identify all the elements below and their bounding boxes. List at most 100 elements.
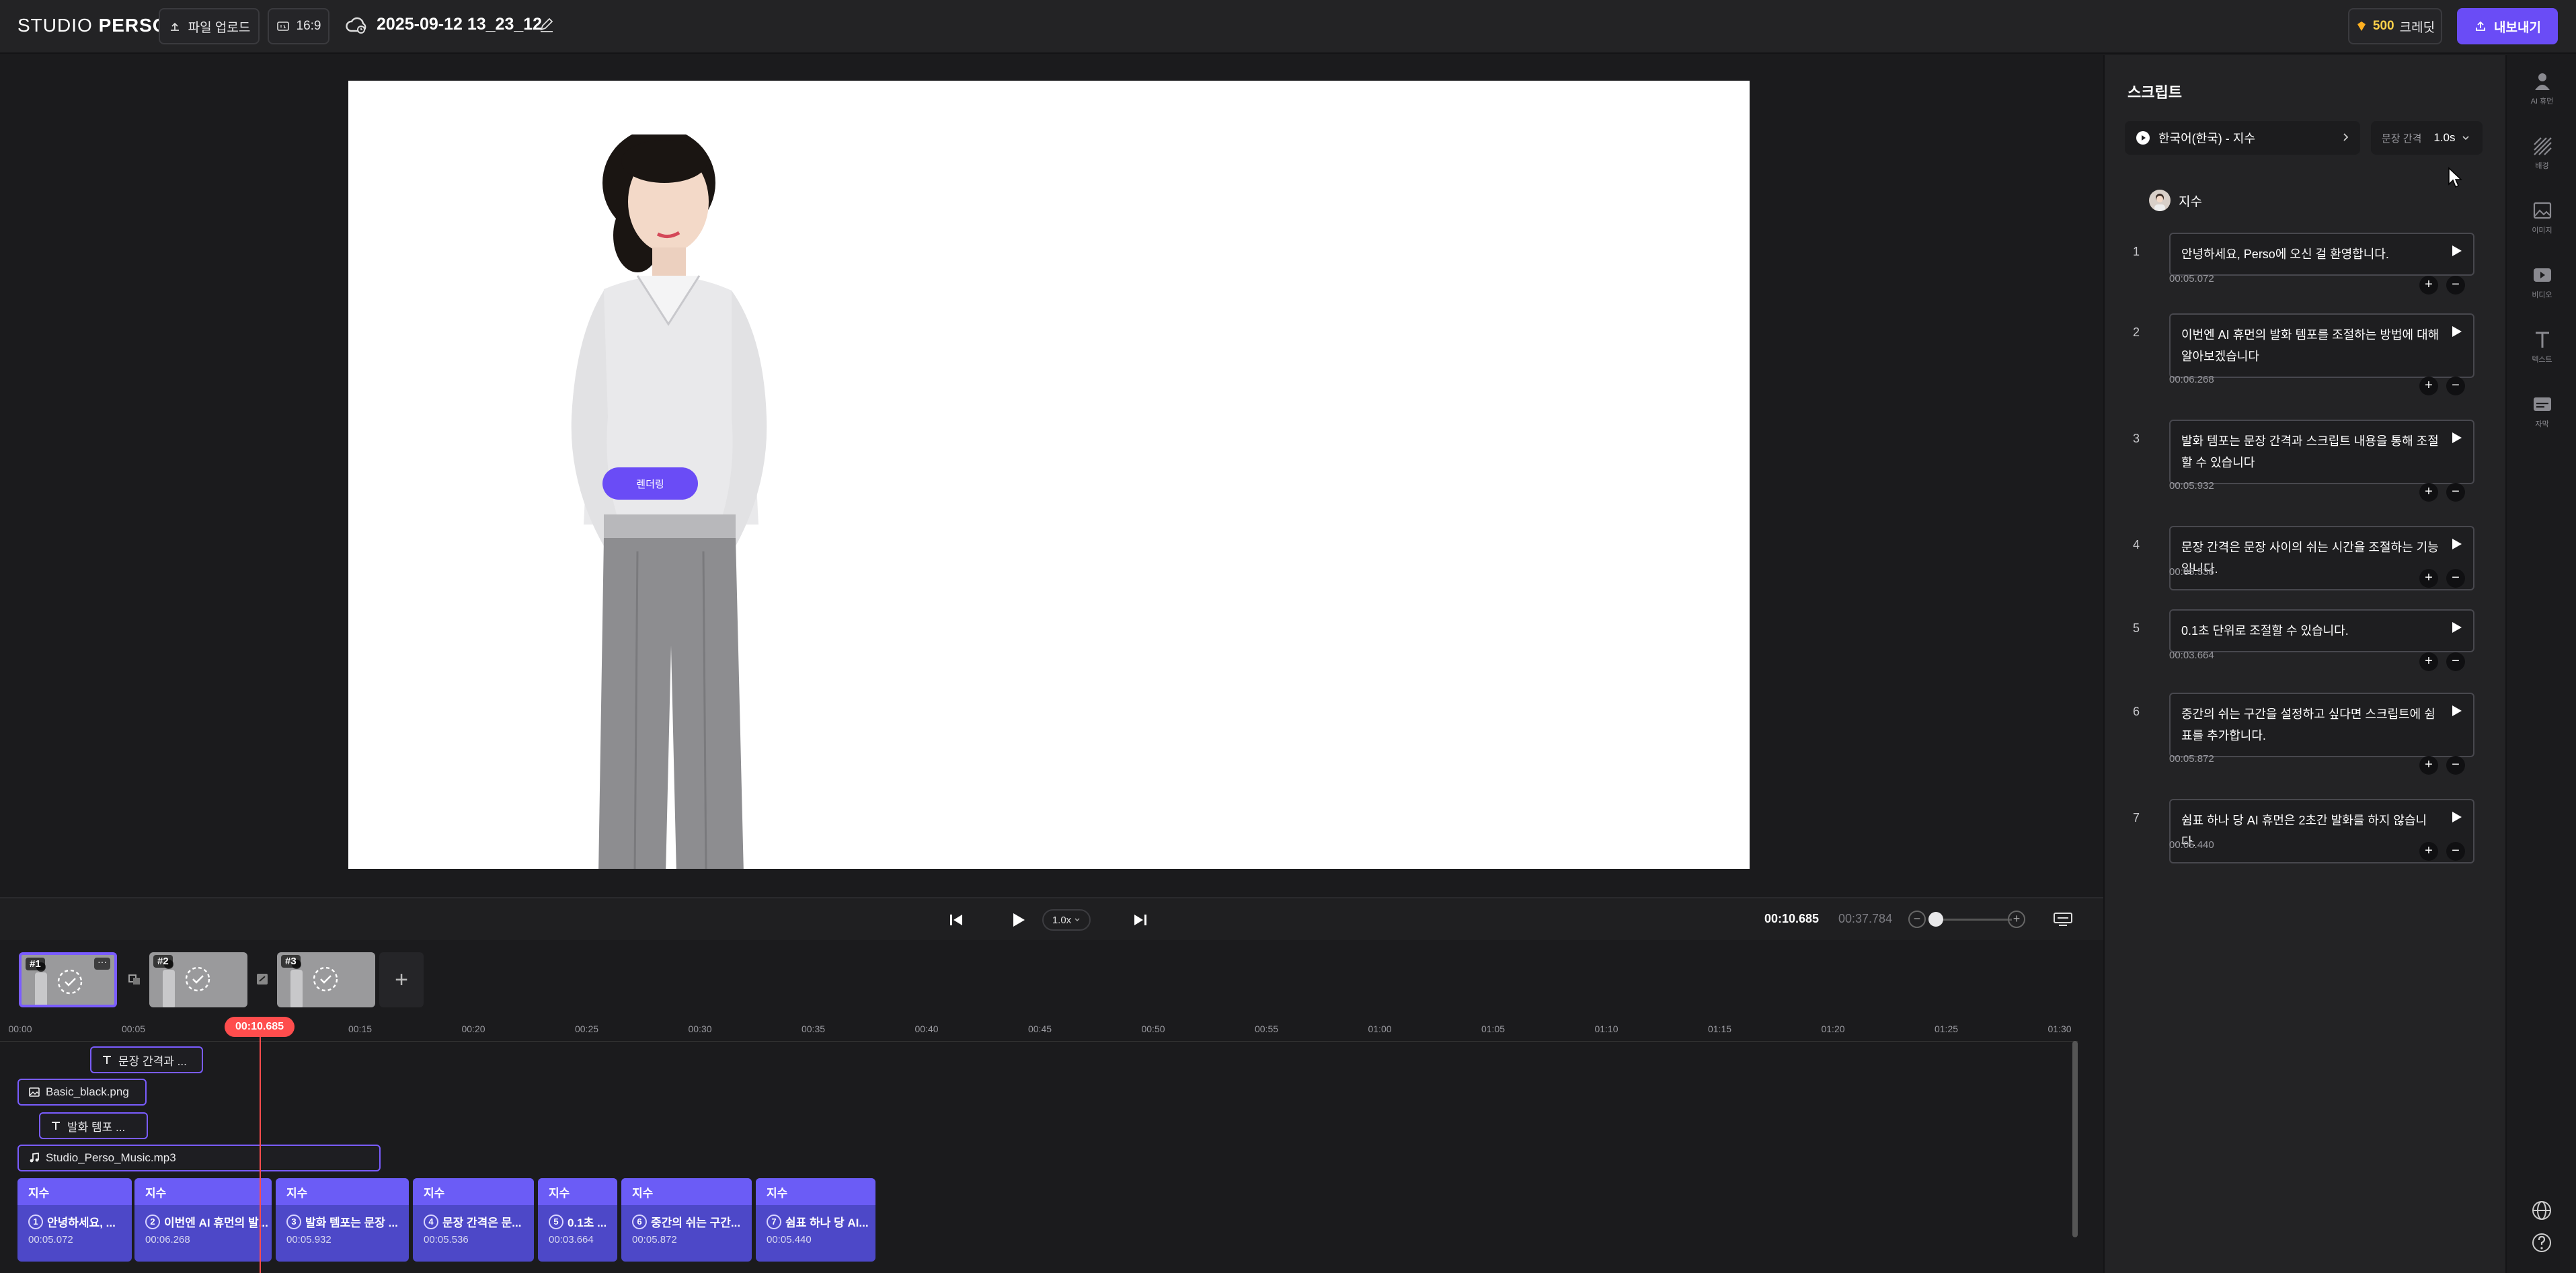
voice-select[interactable]: 한국어(한국) - 지수 xyxy=(2125,121,2360,155)
chevron-down-icon xyxy=(2462,136,2469,141)
segment-duration: 00:05.872 xyxy=(632,1234,677,1245)
remove-line-button[interactable]: − xyxy=(2446,842,2465,861)
playhead-time[interactable]: 00:10.685 xyxy=(225,1017,295,1037)
add-line-button[interactable]: + xyxy=(2419,842,2438,861)
aspect-ratio-button[interactable]: 16:9 xyxy=(268,8,329,44)
play-line-icon[interactable] xyxy=(2449,537,2464,551)
scene-more-icon[interactable]: ··· xyxy=(94,957,110,970)
video-icon xyxy=(2533,268,2551,282)
globe-icon[interactable] xyxy=(2530,1198,2554,1223)
segment-line: 2 이번엔 AI 휴먼의 발... xyxy=(134,1205,272,1230)
play-line-icon[interactable] xyxy=(2449,810,2464,824)
zoom-in-button[interactable]: + xyxy=(2008,911,2025,928)
segment-duration: 00:05.072 xyxy=(28,1234,73,1245)
subtitle-toggle-icon[interactable] xyxy=(2052,909,2074,929)
playback-speed-select[interactable]: 1.0x xyxy=(1042,909,1091,931)
segment-text: 0.1초 ... xyxy=(568,1217,607,1229)
play-line-icon[interactable] xyxy=(2449,243,2464,258)
add-scene-button[interactable]: + xyxy=(379,952,424,1007)
scene-thumb-1[interactable]: #1 ··· xyxy=(19,952,117,1007)
ruler-tick-label: 01:25 xyxy=(1934,1024,1959,1034)
add-line-button[interactable]: + xyxy=(2419,756,2438,775)
text-clip-2[interactable]: 발화 템포 ... xyxy=(39,1112,148,1139)
tool-subtitle[interactable]: 자막 xyxy=(2507,393,2576,429)
transition-icon[interactable] xyxy=(126,971,143,987)
add-line-button[interactable]: + xyxy=(2419,569,2438,588)
voice-segment[interactable]: 지수 4 문장 간격은 문... 00:05.536 xyxy=(413,1178,534,1262)
tool-video[interactable]: 비디오 xyxy=(2507,264,2576,300)
ruler-tick-label: 01:05 xyxy=(1481,1024,1506,1034)
ruler-tick-label: 00:50 xyxy=(1141,1024,1165,1034)
play-icon[interactable] xyxy=(1006,908,1030,932)
segment-line: 7 쉼표 하나 당 AI... xyxy=(756,1205,875,1230)
credit-balance-button[interactable]: 500 크레딧 xyxy=(2348,8,2442,44)
line-duration: 00:05.932 xyxy=(2169,480,2214,492)
tool-image[interactable]: 이미지 xyxy=(2507,199,2576,235)
voice-segment[interactable]: 지수 3 발화 템포는 문장 ... 00:05.932 xyxy=(276,1178,409,1262)
line-text-box[interactable]: 안녕하세요, Perso에 오신 걸 환영합니다. xyxy=(2169,233,2474,276)
zoom-slider-track[interactable] xyxy=(1931,919,2012,921)
text-clip-1[interactable]: 문장 간격과 ... xyxy=(90,1046,203,1073)
mouse-cursor-icon xyxy=(2448,167,2462,188)
person-icon xyxy=(2534,73,2550,90)
playhead-line[interactable] xyxy=(260,1026,261,1273)
help-icon[interactable] xyxy=(2530,1231,2554,1255)
remove-line-button[interactable]: − xyxy=(2446,377,2465,395)
play-line-icon[interactable] xyxy=(2449,703,2464,718)
add-line-button[interactable]: + xyxy=(2419,483,2438,502)
voice-segment[interactable]: 지수 6 중간의 쉬는 구간... 00:05.872 xyxy=(621,1178,752,1262)
export-label: 내보내기 xyxy=(2494,20,2541,35)
voice-segment[interactable]: 지수 5 0.1초 ... 00:03.664 xyxy=(538,1178,617,1262)
voice-segment[interactable]: 지수 2 이번엔 AI 휴먼의 발... 00:06.268 xyxy=(134,1178,272,1262)
add-line-button[interactable]: + xyxy=(2419,276,2438,295)
video-canvas[interactable]: 렌더링 xyxy=(348,81,1750,869)
audio-clip[interactable]: Studio_Perso_Music.mp3 xyxy=(17,1145,381,1171)
timeline-scrollbar[interactable] xyxy=(2072,1041,2078,1237)
tool-text[interactable]: 텍스트 xyxy=(2507,328,2576,364)
zoom-out-button[interactable]: − xyxy=(1908,911,1926,928)
play-line-icon[interactable] xyxy=(2449,430,2464,445)
ruler-tick-label: 00:30 xyxy=(688,1024,712,1034)
zoom-slider-handle[interactable] xyxy=(1928,912,1943,927)
edit-title-icon[interactable] xyxy=(538,16,555,34)
skip-back-icon[interactable] xyxy=(944,908,968,932)
total-time: 00:37.784 xyxy=(1838,912,1893,925)
scene-thumb-2[interactable]: #2 xyxy=(149,952,247,1007)
remove-line-button[interactable]: − xyxy=(2446,652,2465,671)
remove-line-button[interactable]: − xyxy=(2446,569,2465,588)
transition-icon[interactable] xyxy=(254,971,270,987)
ai-human-avatar[interactable] xyxy=(503,134,826,869)
export-button[interactable]: 내보내기 xyxy=(2457,8,2558,44)
voice-segment[interactable]: 지수 7 쉼표 하나 당 AI... 00:05.440 xyxy=(756,1178,875,1262)
cloud-sync-icon xyxy=(346,17,366,34)
tool-rail: AI 휴먼 배경 이미지 비디오 텍스트 자막 xyxy=(2505,55,2576,1273)
segment-speaker: 지수 xyxy=(621,1178,752,1205)
image-clip[interactable]: Basic_black.png xyxy=(17,1079,147,1106)
remove-line-button[interactable]: − xyxy=(2446,483,2465,502)
line-text-box[interactable]: 0.1초 단위로 조절할 수 있습니다. xyxy=(2169,609,2474,652)
ruler-tick-label: 01:15 xyxy=(1707,1024,1732,1034)
remove-line-button[interactable]: − xyxy=(2446,756,2465,775)
play-line-icon[interactable] xyxy=(2449,620,2464,635)
loading-check-icon xyxy=(57,969,83,995)
add-line-button[interactable]: + xyxy=(2419,652,2438,671)
scene-thumb-3[interactable]: #3 xyxy=(277,952,375,1007)
line-number: 5 xyxy=(2133,621,2140,635)
add-line-button[interactable]: + xyxy=(2419,377,2438,395)
timeline[interactable]: 00:0000:0500:1000:1500:2000:2500:3000:35… xyxy=(0,1017,2103,1273)
tool-background[interactable]: 배경 xyxy=(2507,134,2576,171)
play-circle-icon[interactable] xyxy=(2136,130,2150,145)
voice-segment[interactable]: 지수 1 안녕하세요, ... 00:05.072 xyxy=(17,1178,132,1262)
sentence-interval-select[interactable]: 문장 간격 1.0s xyxy=(2371,121,2483,155)
studio-perso-logo[interactable]: STUDIO PERSO xyxy=(17,15,168,36)
line-text-box[interactable]: 발화 템포는 문장 간격과 스크립트 내용을 통해 조절할 수 있습니다 xyxy=(2169,420,2474,484)
upload-file-button[interactable]: 파일 업로드 xyxy=(159,8,260,44)
play-line-icon[interactable] xyxy=(2449,324,2464,339)
text-icon xyxy=(2535,332,2549,348)
line-text-box[interactable]: 이번엔 AI 휴먼의 발화 템포를 조절하는 방법에 대해 알아보겠습니다 xyxy=(2169,313,2474,378)
line-text-box[interactable]: 중간의 쉬는 구간을 설정하고 싶다면 스크립트에 쉼표를 추가합니다. xyxy=(2169,693,2474,757)
tool-ai-human[interactable]: AI 휴먼 xyxy=(2507,70,2576,106)
ruler-tick-label: 01:00 xyxy=(1368,1024,1392,1034)
skip-forward-icon[interactable] xyxy=(1128,908,1153,932)
remove-line-button[interactable]: − xyxy=(2446,276,2465,295)
